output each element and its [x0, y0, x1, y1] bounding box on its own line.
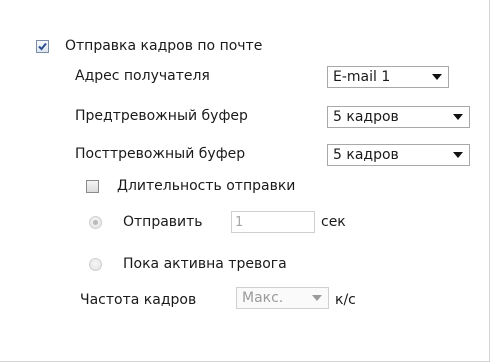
- pre-alarm-label: Предтревожный буфер: [75, 108, 248, 124]
- email-frames-panel: Отправка кадров по почте Адрес получател…: [0, 0, 490, 362]
- duration-row: Длительность отправки: [86, 178, 295, 194]
- chevron-down-icon: [432, 74, 442, 80]
- chevron-down-icon: [453, 152, 463, 158]
- post-alarm-value: 5 кадров: [333, 147, 399, 163]
- send-frames-label: Отправка кадров по почте: [65, 38, 263, 54]
- duration-label: Длительность отправки: [117, 178, 296, 194]
- frame-rate-unit: к/с: [335, 292, 356, 308]
- send-for-value: 1: [235, 214, 244, 230]
- send-for-row: Отправить: [89, 214, 203, 230]
- checkmark-icon: [38, 42, 47, 50]
- post-alarm-select[interactable]: 5 кадров: [327, 144, 470, 166]
- frame-rate-value: Макс.: [242, 290, 284, 306]
- frame-rate-select[interactable]: Макс.: [236, 287, 329, 309]
- while-alarm-label: Пока активна тревога: [123, 256, 287, 272]
- send-for-unit: сек: [321, 214, 346, 230]
- send-for-radio[interactable]: [89, 215, 102, 229]
- duration-checkbox[interactable]: [86, 179, 99, 193]
- chevron-down-icon: [453, 114, 463, 120]
- recipient-select[interactable]: E-mail 1: [327, 66, 449, 88]
- post-alarm-label: Посттревожный буфер: [75, 146, 246, 162]
- while-alarm-radio[interactable]: [89, 257, 102, 271]
- radio-dot-icon: [93, 219, 98, 225]
- pre-alarm-value: 5 кадров: [333, 109, 399, 125]
- send-for-label: Отправить: [123, 214, 203, 230]
- while-alarm-row: Пока активна тревога: [89, 256, 287, 272]
- frame-rate-label: Частота кадров: [80, 292, 197, 308]
- chevron-down-icon: [312, 295, 322, 301]
- send-frames-row: Отправка кадров по почте: [36, 38, 262, 54]
- pre-alarm-select[interactable]: 5 кадров: [327, 106, 470, 128]
- send-frames-checkbox[interactable]: [36, 39, 49, 53]
- recipient-label: Адрес получателя: [75, 68, 210, 84]
- send-for-input[interactable]: 1: [231, 211, 315, 233]
- recipient-value: E-mail 1: [333, 69, 391, 85]
